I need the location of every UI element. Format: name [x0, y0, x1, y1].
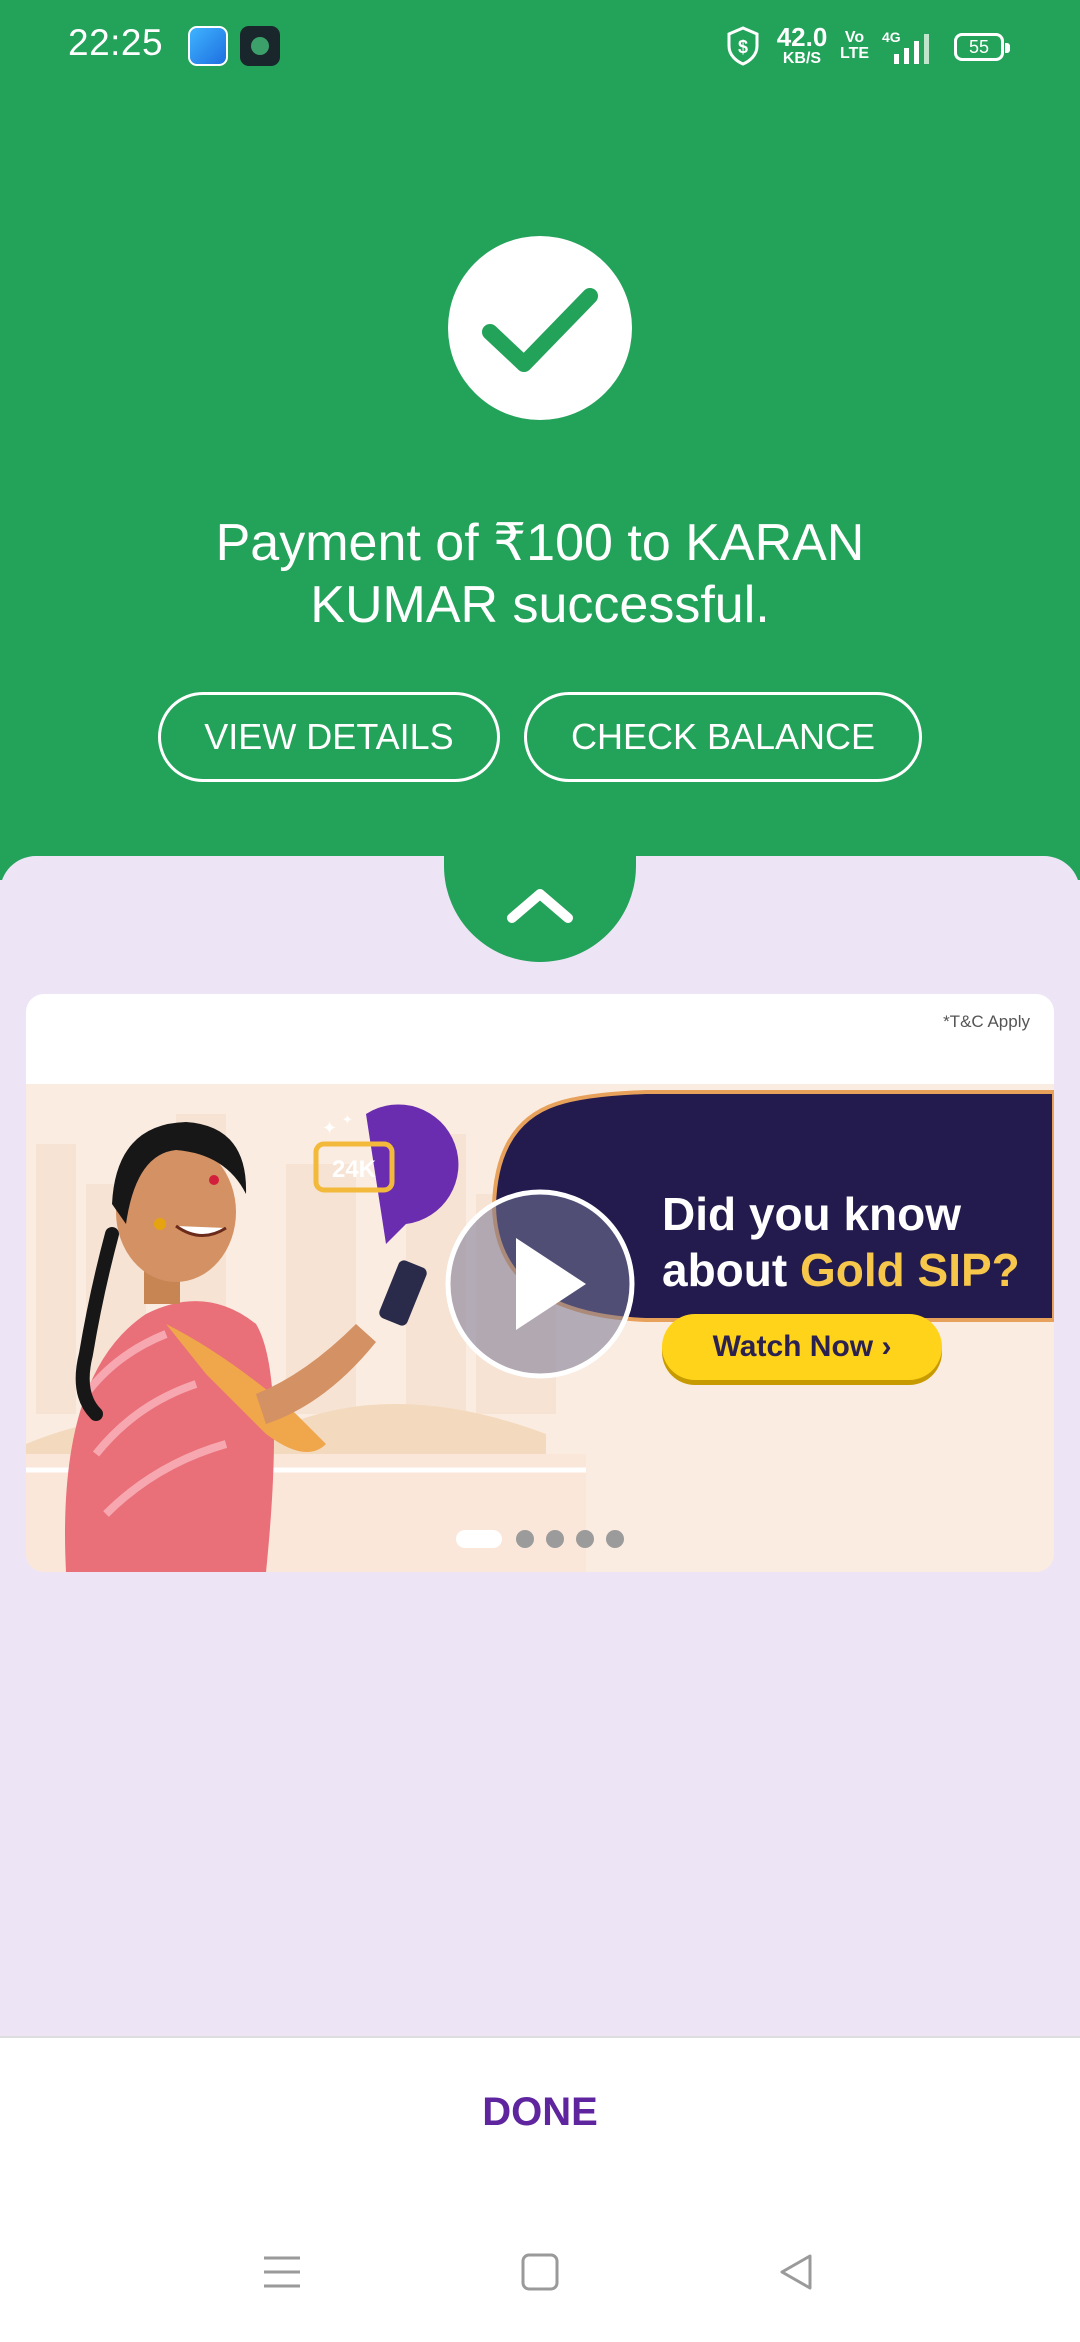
- done-button[interactable]: DONE: [440, 2090, 640, 2135]
- status-time: 22:25: [68, 22, 164, 63]
- status-bar: 22:25 $ 42.0 KB/S Vo LTE 4G 55: [0, 0, 1080, 96]
- checkmark-icon: [448, 236, 632, 420]
- app-icon-blue: [188, 26, 228, 66]
- back-icon[interactable]: [776, 2252, 816, 2292]
- payment-success-message: Payment of ₹100 to KARAN KUMAR successfu…: [215, 514, 865, 634]
- app-icon-dark: [240, 26, 280, 66]
- svg-text:✦: ✦: [342, 1113, 353, 1128]
- net-speed: 42.0 KB/S: [776, 22, 828, 67]
- check-balance-button[interactable]: CHECK BALANCE: [524, 692, 922, 782]
- bottom-bar: [0, 2036, 1080, 2342]
- pager-dot[interactable]: [576, 1530, 594, 1548]
- gold-badge: 24K: [332, 1156, 377, 1183]
- svg-text:$: $: [738, 37, 748, 57]
- menu-icon[interactable]: [262, 2252, 302, 2292]
- gold-sip-banner[interactable]: *T&C Apply 24K ✦ ✦ Did you know about Go…: [26, 994, 1054, 1572]
- battery-icon: 55: [954, 33, 1010, 61]
- network-type: 4G: [882, 29, 901, 45]
- pager-dot[interactable]: [546, 1530, 564, 1548]
- pager-dot[interactable]: [456, 1530, 502, 1548]
- shield-icon: $: [727, 26, 759, 66]
- chevron-up-icon: [507, 889, 573, 923]
- home-icon[interactable]: [520, 2252, 560, 2292]
- signal-icon: 4G: [882, 29, 929, 64]
- play-icon: [445, 1189, 635, 1379]
- svg-text:✦: ✦: [322, 1118, 337, 1139]
- watch-now-button[interactable]: Watch Now ›: [662, 1314, 942, 1380]
- volte-indicator: Vo LTE: [840, 29, 870, 62]
- pager-dot[interactable]: [606, 1530, 624, 1548]
- view-details-button[interactable]: VIEW DETAILS: [158, 692, 500, 782]
- banner-headline: Did you know about Gold SIP?: [662, 1188, 1020, 1296]
- pager-dot[interactable]: [516, 1530, 534, 1548]
